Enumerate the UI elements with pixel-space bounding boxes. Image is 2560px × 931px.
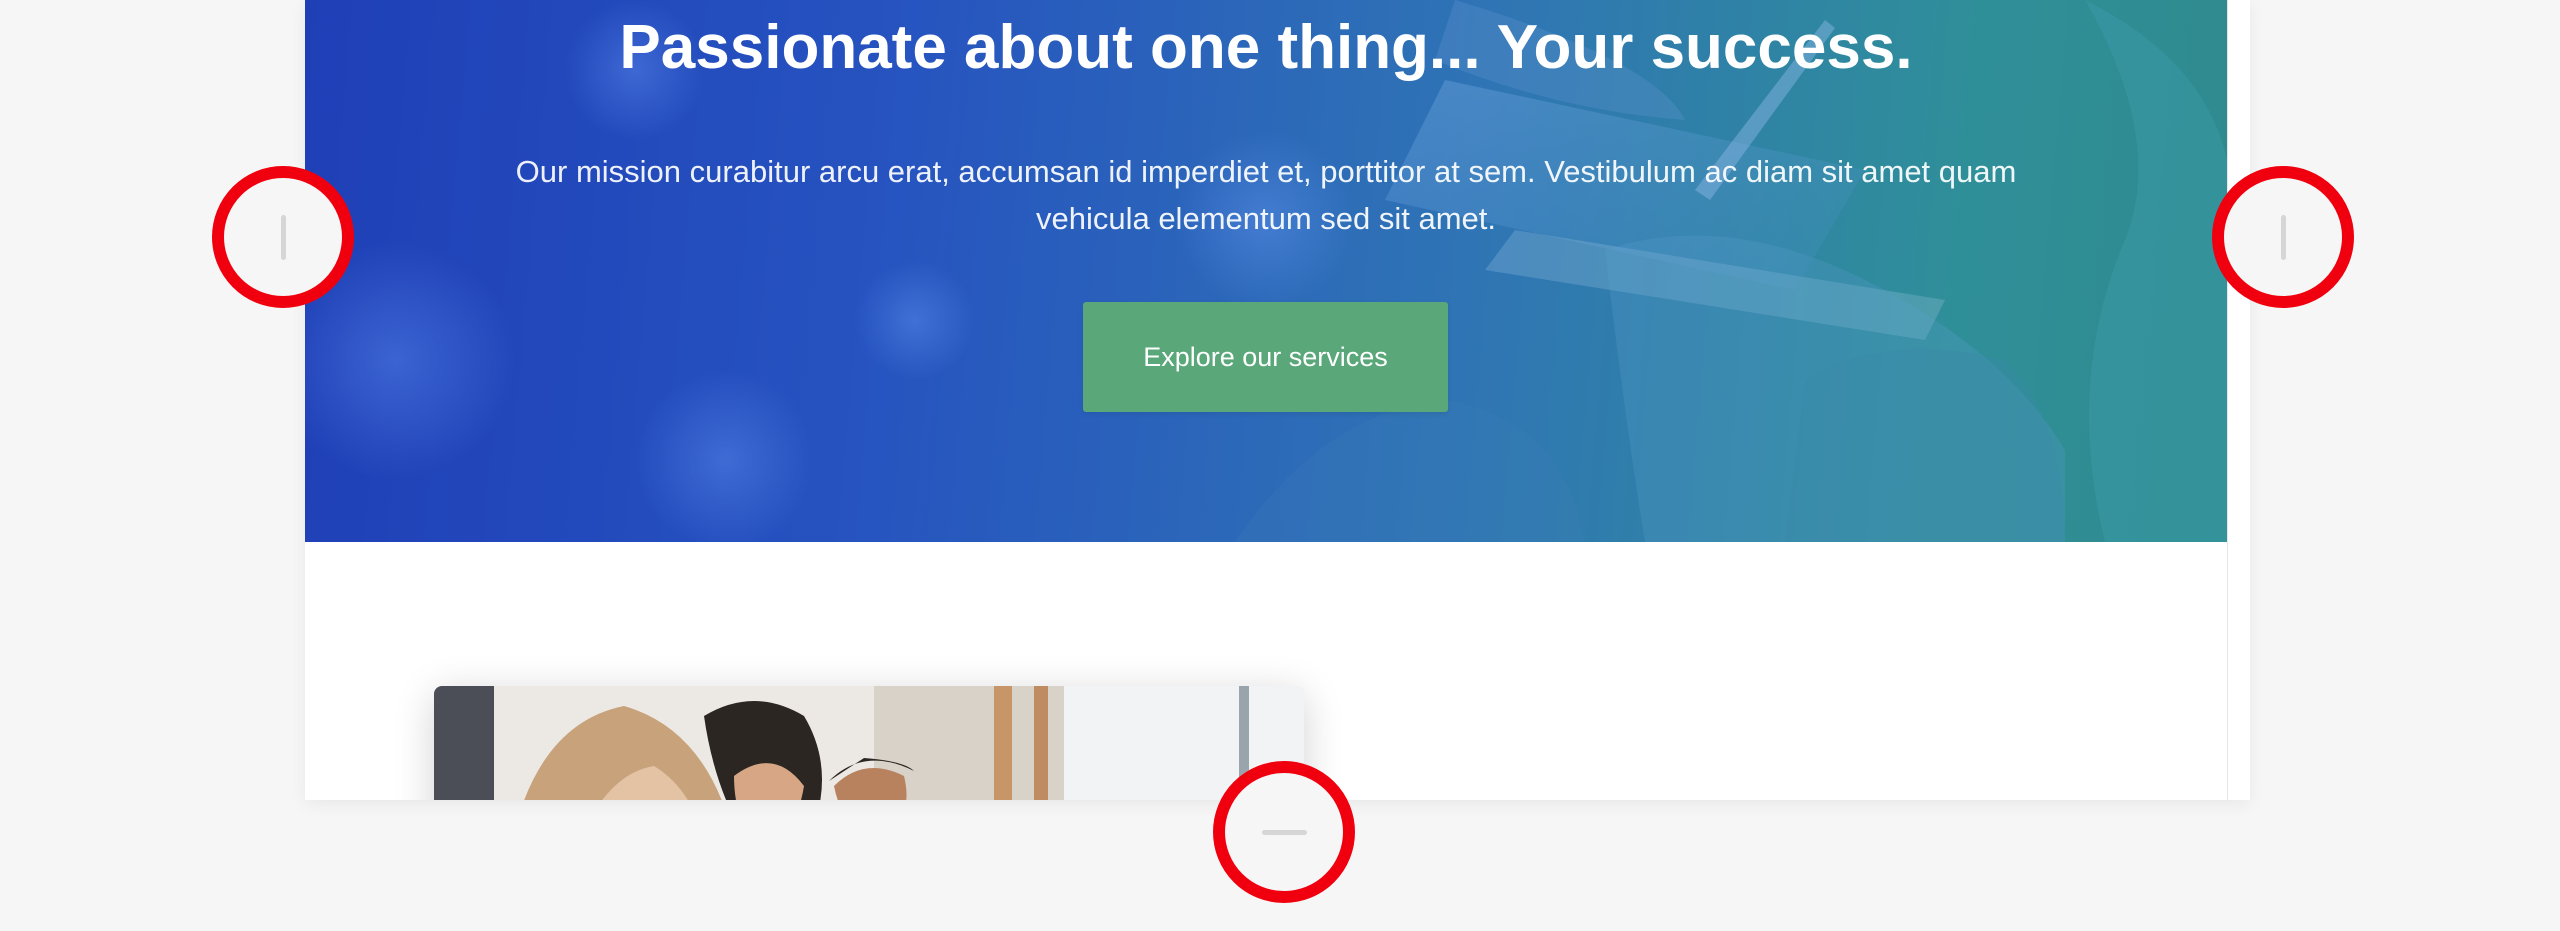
- vertical-grip-icon: [281, 215, 286, 260]
- horizontal-grip-icon: [1262, 830, 1307, 835]
- frame-scrollbar[interactable]: [2227, 0, 2250, 800]
- preview-frame: Passionate about one thing... Your succe…: [305, 0, 2250, 800]
- bottom-resize-handle[interactable]: [1213, 761, 1355, 903]
- vertical-grip-icon: [2281, 215, 2286, 260]
- hero-subtitle: Our mission curabitur arcu erat, accumsa…: [515, 154, 2017, 236]
- explore-services-button[interactable]: Explore our services: [1083, 302, 1448, 412]
- team-photo: [434, 686, 1304, 800]
- left-resize-handle[interactable]: [212, 166, 354, 308]
- right-resize-handle[interactable]: [2212, 166, 2354, 308]
- team-photo-card: [434, 686, 1304, 800]
- hero-title: Passionate about one thing... Your succe…: [619, 13, 1913, 82]
- hero-section: Passionate about one thing... Your succe…: [305, 0, 2227, 542]
